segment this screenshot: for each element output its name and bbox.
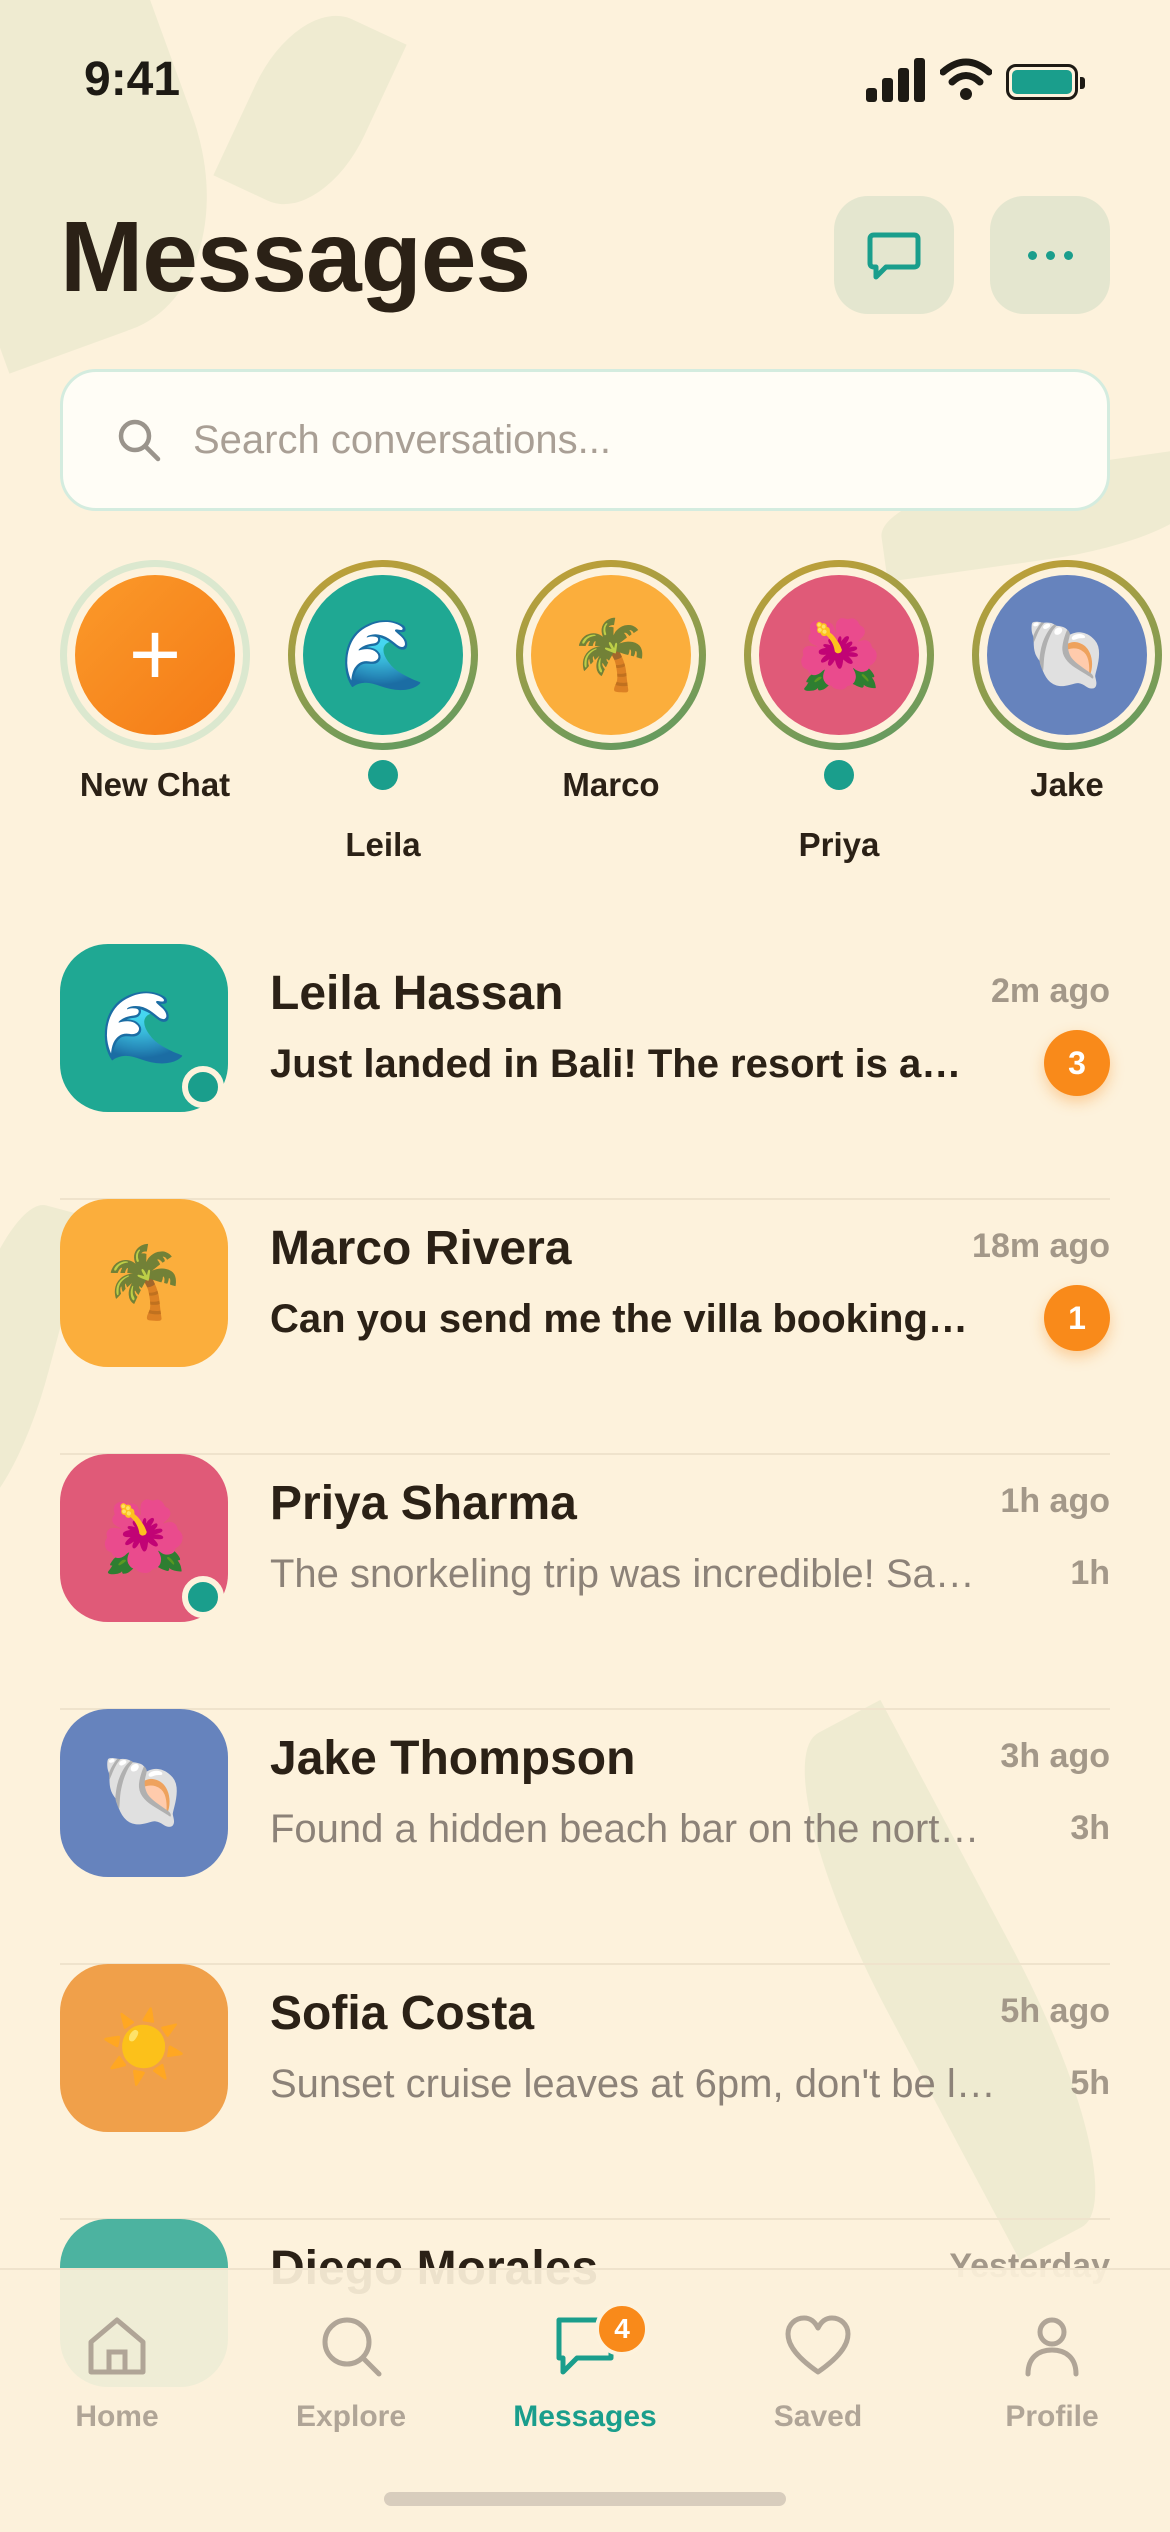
story-label: Marco <box>562 766 660 803</box>
avatar: 🐚 <box>60 1709 228 1877</box>
message-time-short: 3h <box>1070 1809 1110 1847</box>
status-time: 9:41 <box>84 53 181 106</box>
hibiscus-icon: 🌺 <box>796 617 882 693</box>
message-preview: Just landed in Bali! The resort is a… <box>270 1042 962 1086</box>
hibiscus-icon: 🌺 <box>100 1498 188 1576</box>
story-marco[interactable]: 🌴 Marco <box>516 560 706 860</box>
nav-saved[interactable]: Saved <box>718 2310 918 2434</box>
message-preview: Found a hidden beach bar on the nort… <box>270 1807 980 1851</box>
compose-button[interactable] <box>834 196 954 314</box>
conversation-item[interactable]: 🐚 Jake Thompson 3h ago Found a hidden be… <box>60 1709 1110 1965</box>
contact-name: Jake Thompson <box>270 1732 636 1785</box>
message-time: 5h ago <box>1000 1992 1110 2030</box>
nav-messages[interactable]: 4 Messages <box>485 2302 685 2434</box>
nav-label: Messages <box>513 2400 657 2433</box>
home-icon <box>88 2317 146 2375</box>
story-leila[interactable]: 🌊 Leila <box>288 560 478 863</box>
unread-badge: 1 <box>1044 1285 1110 1351</box>
more-dots-icon <box>1027 250 1073 260</box>
status-bar: 9:41 <box>0 0 1170 160</box>
online-indicator <box>182 1576 224 1618</box>
message-time: 3h ago <box>1000 1737 1110 1775</box>
story-jake[interactable]: 🐚 Jake <box>972 560 1162 860</box>
conversation-item[interactable]: 🌊 Leila Hassan 2m ago Just landed in Bal… <box>60 944 1110 1200</box>
conversation-item[interactable]: ☀️ Sofia Costa 5h ago Sunset cruise leav… <box>60 1964 1110 2220</box>
story-label: Leila <box>345 826 421 863</box>
nav-label: Saved <box>773 2400 863 2433</box>
contact-name: Leila Hassan <box>270 967 564 1020</box>
unread-badge: 3 <box>1044 1030 1110 1096</box>
battery-icon <box>1006 64 1085 100</box>
sun-icon: ☀️ <box>100 2008 188 2086</box>
nav-label: Profile <box>1005 2400 1099 2433</box>
nav-profile[interactable]: Profile <box>952 2310 1152 2434</box>
wave-icon: 🌊 <box>100 988 188 1066</box>
message-preview: Can you send me the villa booking… <box>270 1297 968 1341</box>
message-preview: The snorkeling trip was incredible! Sa… <box>270 1552 975 1596</box>
story-label: Jake <box>1030 766 1104 803</box>
avatar: 🌴 <box>60 1199 228 1367</box>
online-indicator <box>368 760 398 790</box>
wave-icon: 🌊 <box>340 617 426 693</box>
chat-bubble-icon <box>867 232 921 280</box>
message-time: 1h ago <box>1000 1482 1110 1520</box>
story-label: New Chat <box>79 766 231 803</box>
shell-icon: 🐚 <box>100 1753 188 1831</box>
message-preview: Sunset cruise leaves at 6pm, don't be l… <box>270 2062 996 2106</box>
nav-label: Home <box>75 2400 159 2433</box>
nav-home[interactable]: Home <box>17 2310 217 2434</box>
signal-icon <box>866 58 926 102</box>
conversation-item[interactable]: 🌺 Priya Sharma 1h ago The snorkeling tri… <box>60 1454 1110 1710</box>
nav-label: Explore <box>295 2400 407 2433</box>
avatar: 🐚 <box>987 575 1147 735</box>
profile-icon <box>1025 2317 1079 2377</box>
message-time: 18m ago <box>972 1227 1110 1265</box>
shell-icon: 🐚 <box>1024 617 1110 693</box>
search-icon <box>118 419 161 462</box>
palm-tree-icon: 🌴 <box>100 1243 188 1321</box>
page-title: Messages <box>60 201 531 313</box>
avatar: 🌴 <box>531 575 691 735</box>
message-time-short: 5h <box>1070 2064 1110 2102</box>
contact-name: Sofia Costa <box>270 1987 535 2040</box>
online-indicator <box>824 760 854 790</box>
wifi-icon <box>940 58 992 100</box>
nav-unread-badge: 4 <box>595 2302 649 2356</box>
avatar: ☀️ <box>60 1964 228 2132</box>
message-time: 2m ago <box>990 972 1110 1010</box>
avatar: 🌺 <box>759 575 919 735</box>
home-indicator <box>384 2492 786 2506</box>
more-options-button[interactable] <box>990 196 1110 314</box>
palm-tree-icon: 🌴 <box>568 617 654 693</box>
nav-explore[interactable]: Explore <box>251 2310 451 2434</box>
contact-name: Marco Rivera <box>270 1222 572 1275</box>
heart-icon <box>785 2315 851 2375</box>
story-new-chat[interactable]: + New Chat <box>60 560 250 860</box>
message-time-short: 1h <box>1070 1554 1110 1592</box>
search-bar[interactable] <box>60 369 1110 511</box>
avatar: + <box>75 575 235 735</box>
plus-icon: + <box>128 605 182 705</box>
online-indicator <box>182 1066 224 1108</box>
explore-search-icon <box>322 2317 382 2377</box>
conversation-item[interactable]: 🌴 Marco Rivera 18m ago Can you send me t… <box>60 1199 1110 1455</box>
search-input[interactable] <box>193 417 1053 463</box>
story-label: Priya <box>798 826 880 863</box>
contact-name: Priya Sharma <box>270 1477 577 1530</box>
avatar: 🌊 <box>303 575 463 735</box>
story-priya[interactable]: 🌺 Priya <box>744 560 934 863</box>
